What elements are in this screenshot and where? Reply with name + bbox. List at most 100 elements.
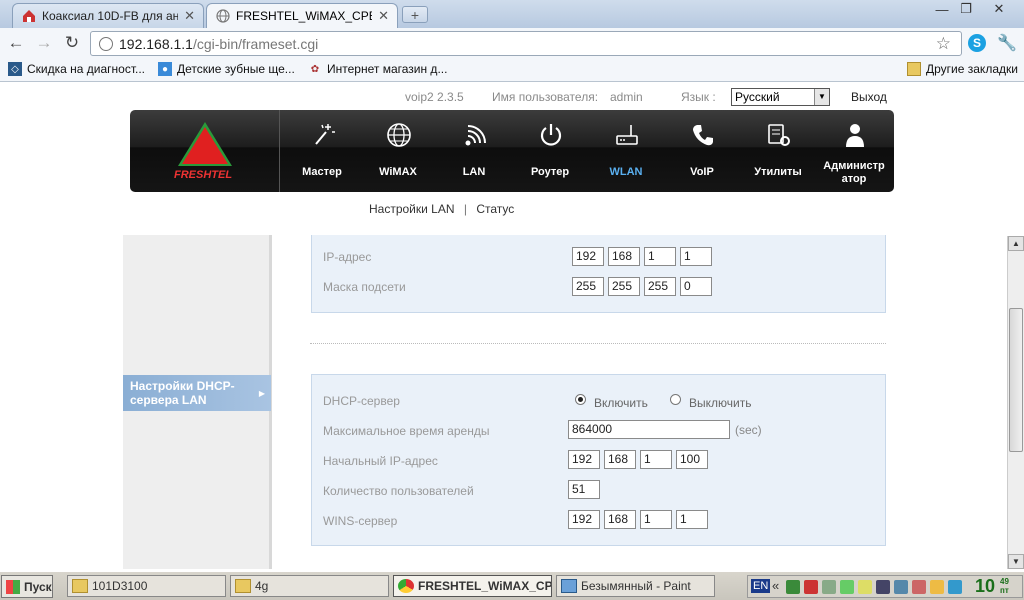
nav-item-voip[interactable]: VoIP	[664, 110, 740, 192]
browser-tab-2[interactable]: FRESHTEL_WiMAX_CPE ✕	[206, 3, 398, 28]
browser-toolbar: ← → ↻ 192.168.1.1/cgi-bin/frameset.cgi ☆…	[0, 28, 1024, 58]
chevron-right-icon: ▶	[258, 389, 265, 398]
tray-app-icon[interactable]	[858, 580, 872, 594]
wins-octet-3-input[interactable]: 1	[640, 510, 672, 529]
nav-item-wimax[interactable]: WiMAX	[360, 110, 436, 192]
bookmark-favicon-icon: ●	[158, 62, 172, 76]
bookmark-label: Скидка на диагност...	[27, 62, 146, 76]
ip-octet-4-input[interactable]: 1	[680, 247, 712, 266]
nav-item-wlan[interactable]: WLAN	[588, 110, 664, 192]
tools-icon	[768, 124, 790, 146]
nav-item-wizard[interactable]: Мастер	[284, 110, 360, 192]
start-ip-octet-2-input[interactable]: 168	[604, 450, 636, 469]
person-icon	[846, 124, 864, 147]
browser-tab-1[interactable]: Коаксиал 10D-FB для антенн ✕	[12, 3, 204, 28]
taskbar-item-folder-1[interactable]: 101D3100	[67, 575, 226, 597]
ip-octet-3-input[interactable]: 1	[644, 247, 676, 266]
nav-label: Утилиты	[754, 166, 802, 178]
page-content: voip2 2.3.5 Имя пользователя: admin Язык…	[0, 83, 1007, 569]
tray-app-icon[interactable]	[786, 580, 800, 594]
close-icon[interactable]: ✕	[378, 8, 389, 24]
subnav-lan-settings[interactable]: Настройки LAN	[369, 202, 455, 216]
start-ip-octet-4-input[interactable]: 100	[676, 450, 708, 469]
nav-label: Администр атор	[823, 160, 885, 185]
wins-octet-1-input[interactable]: 192	[568, 510, 600, 529]
start-button[interactable]: Пуск	[1, 575, 53, 598]
section-divider	[310, 343, 886, 344]
other-bookmarks[interactable]: Другие закладки	[907, 62, 1018, 76]
sidebar-item-dhcp[interactable]: Настройки DHCP- сервера LAN ▶	[123, 375, 271, 411]
wins-octet-4-input[interactable]: 1	[676, 510, 708, 529]
nav-item-utilities[interactable]: Утилиты	[740, 110, 816, 192]
system-tray: EN « 10 49 пт	[747, 575, 1023, 598]
address-bar[interactable]: 192.168.1.1/cgi-bin/frameset.cgi ☆	[90, 31, 962, 56]
bookmark-1[interactable]: ◇ Скидка на диагност...	[8, 62, 145, 76]
page-scrollbar[interactable]: ▲ ▼	[1007, 236, 1024, 569]
signal-icon	[465, 125, 486, 146]
tray-app-icon[interactable]	[840, 580, 854, 594]
router-icon	[616, 125, 638, 145]
tray-expand-icon[interactable]: «	[772, 578, 779, 593]
windows-logo-icon	[6, 579, 20, 594]
nav-item-admin[interactable]: Администр атор	[816, 110, 892, 192]
bookmark-3[interactable]: ✿ Интернет магазин д...	[308, 62, 448, 76]
taskbar-item-folder-2[interactable]: 4g	[230, 575, 389, 597]
wins-octet-2-input[interactable]: 168	[604, 510, 636, 529]
subnav-status[interactable]: Статус	[476, 202, 514, 216]
nav-item-lan[interactable]: LAN	[436, 110, 512, 192]
star-icon[interactable]: ☆	[936, 34, 951, 54]
wrench-icon[interactable]: 🔧	[997, 34, 1017, 52]
folder-icon	[235, 579, 251, 593]
tray-app-icon[interactable]	[822, 580, 836, 594]
tray-volume-icon[interactable]	[912, 580, 926, 594]
os-taskbar: Пуск 101D3100 4g FRESHTEL_WiMAX_CP... Бе…	[0, 571, 1024, 600]
mask-octet-1-input[interactable]: 255	[572, 277, 604, 296]
close-icon[interactable]: ✕	[184, 8, 195, 24]
dhcp-disable-radio[interactable]	[670, 394, 681, 405]
tray-app-icon[interactable]	[948, 580, 962, 594]
mask-octet-3-input[interactable]: 255	[644, 277, 676, 296]
user-count-input[interactable]: 51	[568, 480, 600, 499]
scroll-up-icon[interactable]: ▲	[1008, 236, 1024, 251]
dhcp-enable-label: Включить	[594, 396, 648, 410]
close-window-icon[interactable]: ✕	[984, 0, 1014, 18]
back-icon[interactable]: ←	[4, 32, 28, 54]
dhcp-enable-radio[interactable]	[575, 394, 586, 405]
start-ip-octet-3-input[interactable]: 1	[640, 450, 672, 469]
taskbar-item-paint[interactable]: Безымянный - Paint	[556, 575, 715, 597]
ip-octet-2-input[interactable]: 168	[608, 247, 640, 266]
scrollbar-thumb[interactable]	[1009, 308, 1023, 452]
logo-text: FRESHTEL	[174, 169, 233, 181]
logout-link[interactable]: Выход	[851, 90, 887, 104]
mask-octet-2-input[interactable]: 255	[608, 277, 640, 296]
nav-label: VoIP	[690, 166, 714, 178]
bookmark-2[interactable]: ● Детские зубные ще...	[158, 62, 295, 76]
mask-octet-4-input[interactable]: 0	[680, 277, 712, 296]
sub-navigation: Настройки LAN | Статус	[369, 202, 514, 216]
phone-icon	[693, 125, 713, 146]
new-tab-button[interactable]: +	[402, 6, 428, 23]
skype-icon[interactable]: S	[968, 34, 986, 52]
language-select[interactable]: Русский ▼	[731, 88, 830, 106]
tab-title: FRESHTEL_WiMAX_CPE	[236, 9, 373, 23]
language-indicator[interactable]: EN	[751, 579, 771, 593]
tray-app-icon[interactable]	[894, 580, 908, 594]
ip-octet-1-input[interactable]: 192	[572, 247, 604, 266]
tray-pdf-icon[interactable]	[804, 580, 818, 594]
start-ip-octet-1-input[interactable]: 192	[568, 450, 600, 469]
scroll-down-icon[interactable]: ▼	[1008, 554, 1024, 569]
start-ip-label: Начальный IP-адрес	[323, 454, 438, 468]
reload-icon[interactable]: ↻	[60, 32, 84, 54]
restore-icon[interactable]: ❐	[952, 0, 980, 18]
tray-network-icon[interactable]	[876, 580, 890, 594]
nav-label: LAN	[462, 166, 486, 178]
taskbar-item-chrome[interactable]: FRESHTEL_WiMAX_CP...	[393, 575, 552, 597]
power-icon	[540, 124, 562, 146]
lease-time-input[interactable]: 864000	[568, 420, 730, 439]
bookmark-label: Интернет магазин д...	[327, 62, 448, 76]
nav-item-router[interactable]: Роутер	[512, 110, 588, 192]
forward-icon[interactable]: →	[32, 32, 56, 54]
subnav-separator: |	[463, 202, 467, 216]
tray-app-icon[interactable]	[930, 580, 944, 594]
bookmark-favicon-icon: ◇	[8, 62, 22, 76]
